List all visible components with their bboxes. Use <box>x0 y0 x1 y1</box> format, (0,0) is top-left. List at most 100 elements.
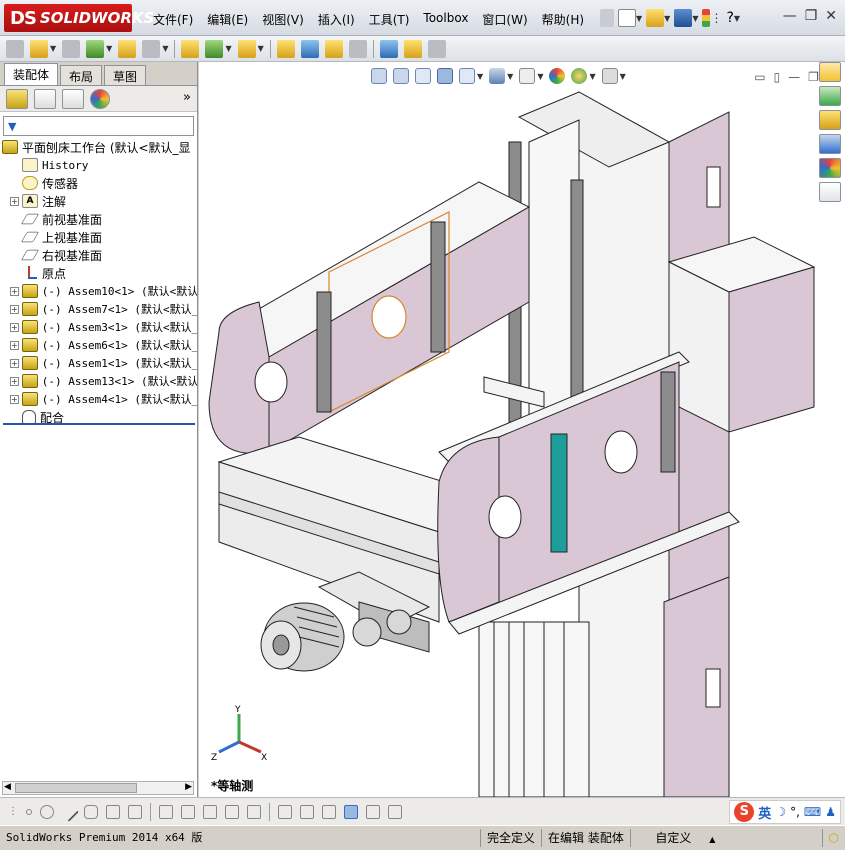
chevron-down-icon[interactable]: ▼ <box>734 14 740 23</box>
tree-item-root[interactable]: 平面刨床工作台 (默认<默认_显 <box>2 138 197 156</box>
menu-file[interactable]: 文件(F) <box>146 9 200 30</box>
tab-assembly[interactable]: 装配体 <box>4 63 59 85</box>
tile-vertical-icon[interactable]: ▯ <box>774 70 781 84</box>
minimize-icon[interactable]: — <box>788 70 800 84</box>
grid-icon[interactable] <box>300 804 314 819</box>
tree-item-top-plane[interactable]: 上视基准面 <box>2 228 197 246</box>
zoom-to-fit-icon[interactable] <box>371 68 387 84</box>
unit-system[interactable]: 自定义 ▲ <box>629 829 740 847</box>
centerline-icon[interactable] <box>128 804 142 819</box>
menu-window[interactable]: 窗口(W) <box>475 9 534 30</box>
apply-scene-icon[interactable] <box>571 68 588 84</box>
zoom-to-area-icon[interactable] <box>393 68 409 84</box>
scroll-left-icon[interactable]: ◀ <box>4 782 11 792</box>
user-icon[interactable]: ♟ <box>825 805 836 819</box>
line-icon[interactable] <box>59 801 79 822</box>
display-manager-icon[interactable] <box>90 88 110 109</box>
chevron-down-icon[interactable]: ▼ <box>537 72 543 81</box>
menu-insert[interactable]: 插入(I) <box>311 9 362 30</box>
new-motion-study-icon[interactable] <box>276 39 295 58</box>
tree-item-history[interactable]: History <box>2 156 197 174</box>
expand-icon[interactable]: + <box>10 304 19 314</box>
show-hidden-icon[interactable] <box>181 39 200 58</box>
section-view-icon[interactable] <box>437 68 453 84</box>
custom-properties-icon[interactable] <box>819 182 841 202</box>
smart-fasteners-icon[interactable] <box>118 39 137 58</box>
configuration-manager-icon[interactable] <box>62 88 84 109</box>
move-component-icon[interactable] <box>142 39 161 58</box>
convert-entities-icon[interactable] <box>203 804 217 819</box>
expand-icon[interactable]: + <box>10 196 19 206</box>
menu-view[interactable]: 视图(V) <box>255 9 311 30</box>
chevron-down-icon[interactable]: ▼ <box>692 14 698 23</box>
expand-icon[interactable]: + <box>10 286 19 296</box>
angle-icon[interactable] <box>322 804 336 819</box>
tree-item-component[interactable]: + (-) Assem10<1> (默认<默认_ <box>2 282 197 300</box>
expand-icon[interactable]: + <box>10 358 19 368</box>
tree-item-right-plane[interactable]: 右视基准面 <box>2 246 197 264</box>
view-orientation-icon[interactable] <box>459 68 475 84</box>
keyboard-icon[interactable]: ⌨ <box>804 805 821 819</box>
appearances-icon[interactable] <box>819 158 841 178</box>
scrollbar-thumb[interactable] <box>15 783 137 793</box>
tree-item-sensors[interactable]: 传感器 <box>2 174 197 192</box>
corner-rectangle-icon[interactable] <box>225 804 239 819</box>
single-view-icon[interactable] <box>366 804 380 819</box>
assembly-model[interactable] <box>199 62 845 797</box>
chevron-down-icon[interactable]: ▼ <box>258 44 264 53</box>
assembly-disabled-icon[interactable] <box>6 39 24 58</box>
tree-item-component[interactable]: + (-) Assem4<1> (默认<默认_显 <box>2 390 197 408</box>
offset-icon[interactable] <box>159 804 173 819</box>
chevron-down-icon[interactable]: ▼ <box>620 72 626 81</box>
expand-icon[interactable]: + <box>10 322 19 332</box>
punctuation-icon[interactable]: °, <box>790 805 800 819</box>
four-view-icon[interactable] <box>388 804 402 819</box>
chevron-down-icon[interactable]: ▼ <box>225 44 231 53</box>
chevron-down-icon[interactable]: ▼ <box>162 44 168 53</box>
tile-horizontal-icon[interactable]: ▭ <box>754 70 765 84</box>
chevron-down-icon[interactable]: ▼ <box>589 72 595 81</box>
design-library-icon[interactable] <box>819 86 841 106</box>
moon-icon[interactable]: ☽ <box>775 805 786 819</box>
menu-help[interactable]: 帮助(H) <box>535 9 591 30</box>
mirror-icon[interactable] <box>181 804 195 819</box>
edit-appearance-icon[interactable] <box>549 68 566 84</box>
feature-manager-icon[interactable] <box>6 88 28 109</box>
minimize-icon[interactable]: — <box>783 8 797 24</box>
tree-item-component[interactable]: + (-) Assem3<1> (默认<默认_显 <box>2 318 197 336</box>
exploded-view-icon[interactable] <box>324 39 343 58</box>
chevron-down-icon[interactable]: ▼ <box>50 44 56 53</box>
expand-icon[interactable]: + <box>10 394 19 404</box>
horizontal-scrollbar[interactable]: ◀ ▶ <box>2 781 194 795</box>
menu-edit[interactable]: 编辑(E) <box>200 9 255 30</box>
help-icon[interactable]: ? <box>726 10 733 26</box>
point-icon[interactable] <box>26 808 32 815</box>
trim-icon[interactable] <box>106 804 120 819</box>
tree-item-component[interactable]: + (-) Assem13<1> (默认<默认_ <box>2 372 197 390</box>
mate-icon[interactable] <box>62 39 81 58</box>
restore-icon[interactable]: ❐ <box>805 8 818 24</box>
menu-tools[interactable]: 工具(T) <box>362 9 417 30</box>
expand-more-icon[interactable]: » <box>183 90 191 105</box>
pin-icon[interactable] <box>600 9 614 27</box>
scroll-right-icon[interactable]: ▶ <box>185 782 192 792</box>
tree-item-component[interactable]: + (-) Assem7<1> (默认<默认_显 <box>2 300 197 318</box>
tree-item-annotations[interactable]: + A 注解 <box>2 192 197 210</box>
view-settings-icon[interactable] <box>601 68 618 84</box>
tree-item-component[interactable]: + (-) Assem6<1> (默认<默认_显 <box>2 336 197 354</box>
open-folder-icon[interactable] <box>646 9 665 27</box>
hide-show-items-icon[interactable] <box>519 68 536 84</box>
rebuild-icon[interactable] <box>702 9 711 27</box>
expand-icon[interactable]: + <box>10 376 19 386</box>
assembly-features-icon[interactable] <box>205 39 224 58</box>
new-document-icon[interactable] <box>618 9 636 27</box>
tab-sketch[interactable]: 草图 <box>104 65 147 85</box>
tree-item-front-plane[interactable]: 前视基准面 <box>2 210 197 228</box>
chevron-down-icon[interactable]: ▼ <box>664 14 670 23</box>
tree-item-component[interactable]: + (-) Assem1<1> (默认<默认_显 <box>2 354 197 372</box>
polygon-icon[interactable] <box>84 804 98 819</box>
restore-icon[interactable]: ❐ <box>808 70 819 84</box>
file-explorer-icon[interactable] <box>819 110 841 130</box>
instant3d-icon[interactable] <box>427 39 446 58</box>
chevron-down-icon[interactable]: ▼ <box>636 14 642 23</box>
